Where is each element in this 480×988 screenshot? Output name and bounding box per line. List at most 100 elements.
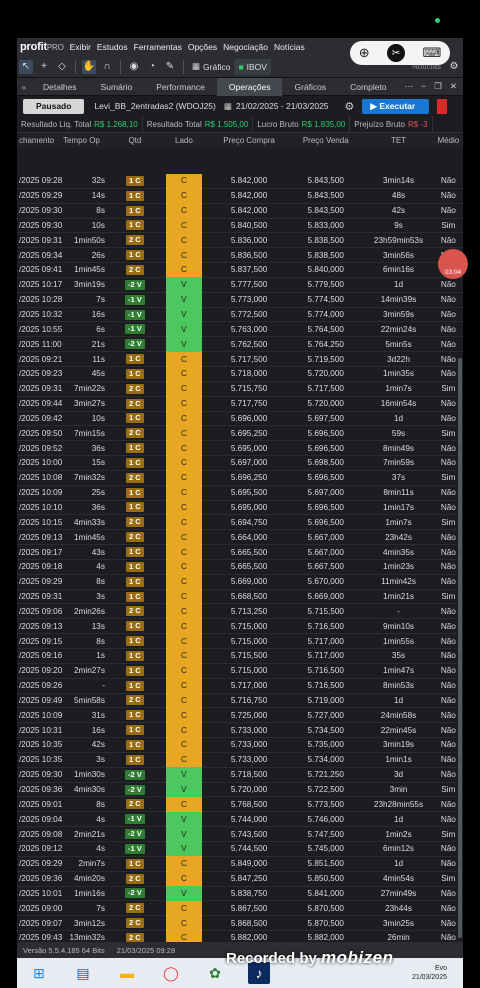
menu-item-estudos[interactable]: Estudos (97, 42, 128, 52)
table-row[interactable]: /2025 09:18 4s 1 C C 5.665,500 5.667,500 1min2… (17, 559, 463, 575)
table-row[interactable]: /2025 09:08 2min21s -2 V V 5.743,500 5.747,50… (17, 826, 463, 842)
menu-item-negociação[interactable]: Negociação (223, 42, 268, 52)
minimize-icon[interactable]: − (421, 81, 426, 92)
table-row[interactable]: /2025 09:07 3min12s 2 C C 5.868,500 5.870,500… (17, 915, 463, 932)
table-row[interactable]: /2025 10:01 1min16s -2 V V 5.838,750 5.841,00… (17, 886, 463, 902)
table-row[interactable]: /2025 09:30 1min30s -2 V V 5.718,500 5.721,25… (17, 767, 463, 783)
table-row[interactable]: /2025 09:49 5min58s 2 C C 5.716,750 5.719,000… (17, 693, 463, 709)
eye-icon[interactable]: ◉ (127, 60, 141, 74)
table-row[interactable]: /2025 09:13 1min45s 2 C C 5.664,000 5.667,000… (17, 529, 463, 546)
column-header[interactable]: Preço Venda (288, 136, 363, 145)
windows-start-icon[interactable]: ⊞ (28, 962, 50, 984)
hand-icon[interactable]: ✋ (82, 59, 96, 74)
settings-app-icon[interactable]: ✿ (204, 962, 226, 984)
opera-browser-icon[interactable]: ◯ (160, 962, 182, 984)
settings-icon[interactable]: ⚙ (447, 60, 461, 74)
paused-button[interactable]: Pausado (23, 98, 85, 114)
eraser-icon[interactable]: ◇ (55, 60, 69, 74)
table-row[interactable]: /2025 10:09 25s 1 C C 5.695,500 5.697,000 8min… (17, 485, 463, 501)
table-row[interactable]: /2025 10:17 3min19s -2 V V 5.777,500 5.779,50… (17, 277, 463, 293)
column-header[interactable]: Médio (434, 136, 463, 145)
calendar-icon[interactable]: ▦ (224, 101, 232, 112)
table-row[interactable]: /2025 09:34 26s 1 C C 5.836,500 5.838,500 3min… (17, 247, 463, 264)
vertical-scrollbar[interactable] (458, 358, 462, 938)
tab-gráficos[interactable]: Gráficos (282, 78, 338, 96)
table-row[interactable]: /2025 10:32 16s -1 V V 5.772,500 5.774,000 3mi… (17, 307, 463, 323)
table-row[interactable]: /2025 10:28 7s -1 V V 5.773,000 5.774,500 14mi… (17, 292, 463, 308)
table-row[interactable]: /2025 09:30 10s 1 C C 5.840,500 5.833,000 9s Si… (17, 218, 463, 234)
stop-button[interactable] (437, 98, 448, 114)
crosshair-icon[interactable]: + (37, 60, 51, 74)
tab-operações[interactable]: Operações (216, 77, 283, 96)
execute-button[interactable]: ▶ Executar (362, 98, 430, 114)
table-row[interactable]: /2025 09:52 36s 1 C C 5.695,000 5.696,500 8min… (17, 440, 463, 457)
table-row[interactable]: /2025 09:21 11s 1 C C 5.717,500 5.719,500 3d22… (17, 351, 463, 367)
table-row[interactable]: /2025 09:42 10s 1 C C 5.696,000 5.697,500 1d Nã… (17, 411, 463, 427)
table-row[interactable]: /2025 09:04 4s -1 V V 5.744,000 5.746,000 1d Nã… (17, 811, 463, 828)
tab-sumário[interactable]: Sumário (89, 78, 145, 96)
keyboard-icon[interactable]: ⌨ (423, 45, 442, 61)
column-header[interactable]: Tempo Op (63, 136, 111, 145)
tool-icon[interactable]: ✂ (387, 44, 406, 62)
table-row[interactable]: /2025 09:12 4s -1 V V 5.744,500 5.745,000 6min… (17, 841, 463, 857)
chart-button[interactable]: ▦ Gráfico (188, 61, 234, 72)
table-row[interactable]: /2025 09:44 3min27s 2 C C 5.717,750 5.720,000… (17, 396, 463, 412)
table-row[interactable]: /2025 11:00 21s -2 V V 5.762,500 5.764,250 5mi… (17, 336, 463, 353)
table-row[interactable]: /2025 10:10 36s 1 C C 5.695,000 5.696,500 1min… (17, 500, 463, 516)
tab-detalhes[interactable]: Detalhes (31, 78, 89, 96)
tab-completo[interactable]: Completo (338, 78, 398, 96)
table-row[interactable]: /2025 10:55 6s -1 V V 5.763,000 5.764,500 22mi… (17, 321, 463, 338)
column-header[interactable]: Lado (166, 133, 202, 148)
table-row[interactable]: /2025 10:08 7min32s 2 C C 5.696,250 5.696,500… (17, 470, 463, 486)
column-header[interactable]: Preço Compra (210, 136, 288, 145)
table-row[interactable]: /2025 10:31 16s 1 C C 5.733,000 5.734,500 22mi… (17, 722, 463, 739)
table-row[interactable]: /2025 09:06 2min26s 2 C C 5.713,250 5.715,500… (17, 603, 463, 620)
symbol-button[interactable]: ■ IBOV (234, 58, 271, 75)
table-row[interactable]: /2025 09:15 8s 1 C C 5.715,000 5.717,000 1min5… (17, 633, 463, 649)
table-row[interactable]: /2025 09:26 - 1 C C 5.717,000 5.716,500 8min53… (17, 678, 463, 694)
draw-icon[interactable]: ✎ (163, 60, 177, 74)
column-header[interactable]: chamento (17, 136, 63, 145)
menu-item-exibir[interactable]: Exibir (70, 42, 91, 52)
menu-item-opções[interactable]: Opções (188, 42, 217, 52)
table-row[interactable]: /2025 09:29 2min7s 1 C C 5.849,000 5.851,500 1… (17, 856, 463, 872)
table-row[interactable]: /2025 09:20 2min27s 1 C C 5.715,000 5.716,500… (17, 663, 463, 679)
zoom-icon[interactable]: ⊕ (359, 45, 370, 61)
restore-icon[interactable]: ❐ (434, 81, 442, 92)
table-row[interactable]: /2025 09:41 1min45s 2 C C 5.837,500 5.840,000… (17, 262, 463, 278)
table-row[interactable]: /2025 09:36 4min30s -2 V V 5.720,000 5.722,50… (17, 782, 463, 798)
table-row[interactable]: /2025 09:23 45s 1 C C 5.718,000 5.720,000 1min… (17, 366, 463, 382)
tab-performance[interactable]: Performance (144, 78, 217, 96)
collapse-icon[interactable]: « (17, 82, 31, 92)
table-row[interactable]: /2025 09:30 8s 1 C C 5.842,000 5.843,500 42s Nã… (17, 203, 463, 219)
task-app-icon[interactable]: ▤ (72, 962, 94, 984)
column-header[interactable]: TET (363, 136, 433, 145)
menu-item-ferramentas[interactable]: Ferramentas (134, 42, 182, 52)
table-row[interactable]: /2025 09:01 8s 2 C C 5.768,500 5.773,500 23h28… (17, 796, 463, 813)
magnet-icon[interactable]: ∩ (100, 60, 114, 74)
date-range[interactable]: 21/02/2025 - 21/03/2025 (236, 101, 329, 111)
table-row[interactable]: /2025 09:31 3s 1 C C 5.668,500 5.669,000 1min2… (17, 589, 463, 605)
table-row[interactable]: /2025 09:29 8s 1 C C 5.669,000 5.670,000 11min… (17, 574, 463, 590)
table-row[interactable]: /2025 09:00 7s 2 C C 5.867,500 5.870,500 23h44… (17, 900, 463, 917)
gear-icon[interactable]: ⚙ (345, 100, 355, 113)
cursor-icon[interactable]: ↖ (19, 59, 33, 74)
floating-recorder-bubble[interactable]: 03:04 (438, 249, 468, 279)
indicator-icon[interactable]: ◔ (145, 60, 159, 74)
close-icon[interactable]: ✕ (450, 81, 457, 92)
table-row[interactable]: /2025 09:36 4min20s 2 C C 5.847,250 5.850,500… (17, 871, 463, 887)
table-row[interactable]: /2025 09:31 7min22s 2 C C 5.715,750 5.717,500… (17, 381, 463, 397)
table-row[interactable]: /2025 09:13 13s 1 C C 5.715,000 5.716,500 9min… (17, 618, 463, 635)
table-row[interactable]: /2025 09:50 7min15s 2 C C 5.695,250 5.696,500… (17, 425, 463, 442)
table-row[interactable]: /2025 10:09 31s 1 C C 5.725,000 5.727,000 24mi… (17, 707, 463, 724)
more-icon[interactable]: ⋯ (405, 81, 414, 92)
table-row[interactable]: /2025 10:15 4min33s 2 C C 5.694,750 5.696,500… (17, 514, 463, 531)
table-row[interactable]: /2025 09:29 14s 1 C C 5.842,000 5.843,500 48s N… (17, 188, 463, 204)
table-row[interactable]: /2025 09:31 1min50s 2 C C 5.836,000 5.838,500… (17, 232, 463, 249)
table-row[interactable]: /2025 10:35 3s 1 C C 5.733,000 5.734,000 1min1… (17, 752, 463, 768)
file-explorer-icon[interactable]: ▬ (116, 962, 138, 984)
table-row[interactable]: /2025 09:17 43s 1 C C 5.665,500 5.667,000 4min… (17, 544, 463, 560)
table-row[interactable]: /2025 09:16 1s 1 C C 5.715,500 5.717,000 35s Nã… (17, 648, 463, 664)
table-row[interactable]: /2025 10:35 42s 1 C C 5.733,000 5.735,000 3min… (17, 737, 463, 753)
table-row[interactable]: /2025 09:28 32s 1 C C 5.842,000 5.843,500 3min… (17, 173, 463, 189)
